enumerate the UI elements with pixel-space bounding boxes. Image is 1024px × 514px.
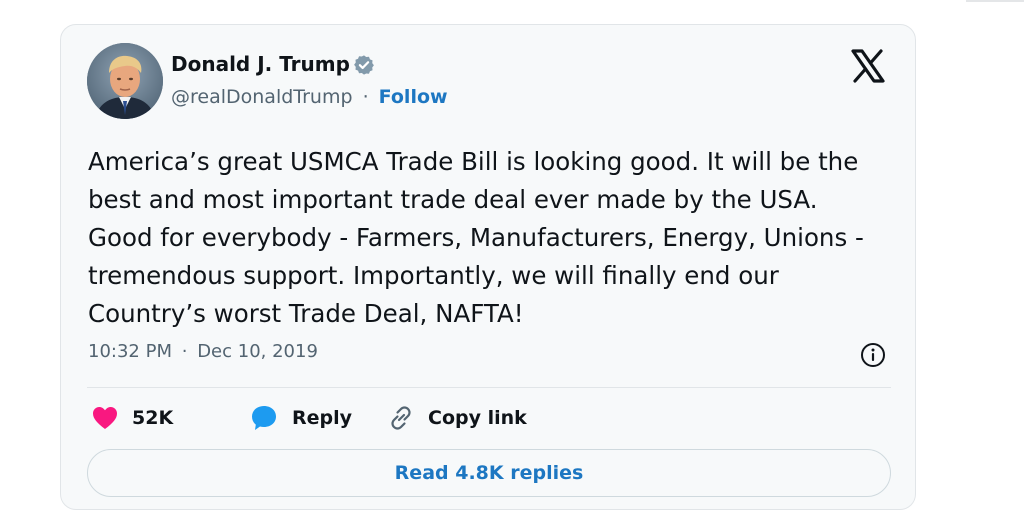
speech-bubble-icon xyxy=(252,406,276,430)
tweet-timestamp[interactable]: 10:32 PM · Dec 10, 2019 xyxy=(88,341,318,362)
divider xyxy=(87,387,891,388)
tweet-date: Dec 10, 2019 xyxy=(197,341,318,362)
read-replies-label: Read 4.8K replies xyxy=(394,462,584,484)
tweet-time: 10:32 PM xyxy=(88,341,172,362)
separator-dot: · xyxy=(181,341,188,362)
avatar[interactable] xyxy=(87,43,163,119)
tweet-text: America’s great USMCA Trade Bill is look… xyxy=(88,147,864,328)
verified-badge-icon xyxy=(354,55,374,75)
author-name[interactable]: Donald J. Trump xyxy=(171,52,350,76)
info-icon[interactable] xyxy=(859,341,887,369)
follow-button[interactable]: Follow xyxy=(379,86,448,108)
like-count: 52K xyxy=(132,407,174,429)
link-icon xyxy=(391,406,411,430)
tweet-card: Donald J. Trump @realDonaldTrump · Follo… xyxy=(60,24,916,510)
x-logo-icon[interactable] xyxy=(850,49,886,83)
author-handle[interactable]: @realDonaldTrump xyxy=(171,86,353,108)
copy-link-label: Copy link xyxy=(428,407,527,429)
heart-icon xyxy=(93,407,117,429)
author-handle-row: @realDonaldTrump · Follow xyxy=(171,86,448,108)
read-replies-button[interactable]: Read 4.8K replies xyxy=(87,449,891,497)
copy-link-button[interactable]: Copy link xyxy=(387,401,527,435)
top-edge-line xyxy=(966,0,1024,2)
reply-button[interactable]: Reply xyxy=(249,401,352,435)
reply-label: Reply xyxy=(292,407,353,429)
separator-dot: · xyxy=(362,86,369,108)
like-button[interactable]: 52K xyxy=(91,401,173,435)
